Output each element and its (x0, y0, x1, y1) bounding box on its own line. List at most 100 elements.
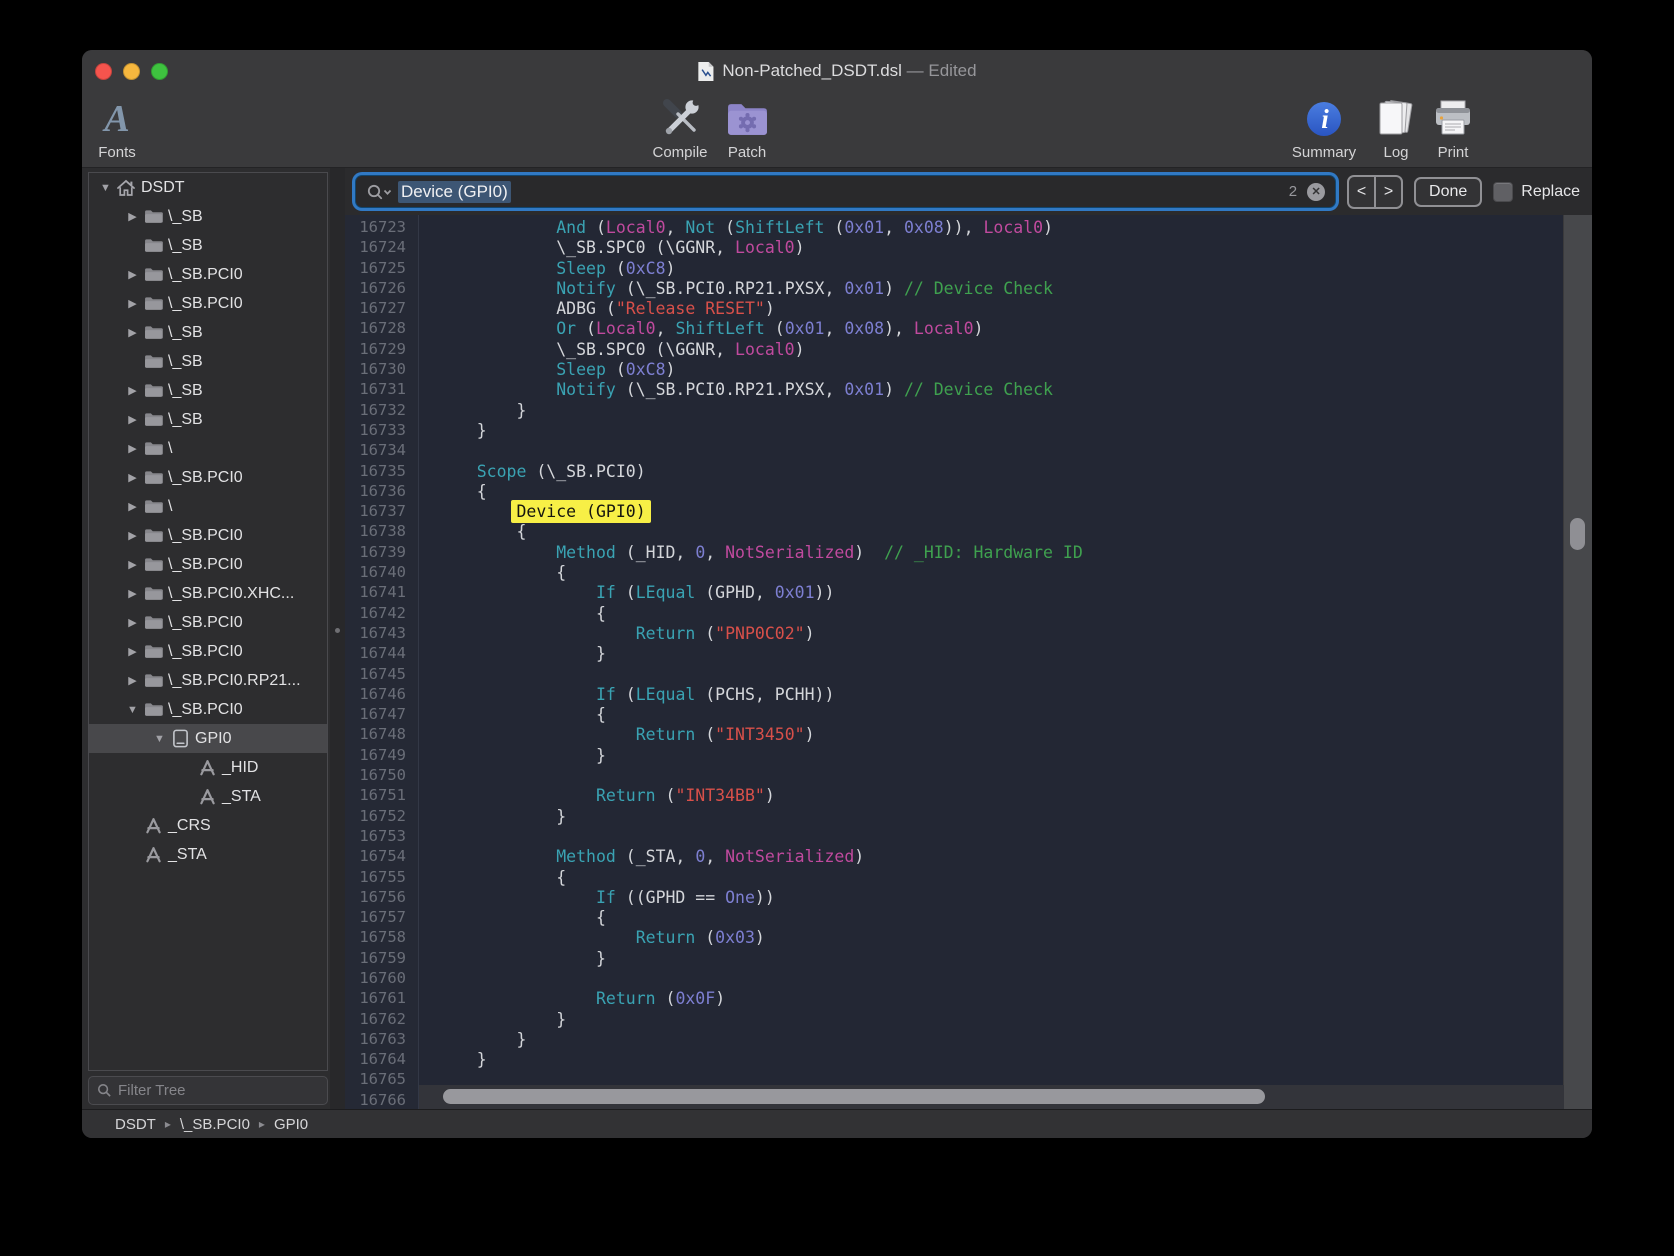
line-number: 16726 (345, 279, 418, 299)
line-number: 16757 (345, 908, 418, 928)
line-number: 16747 (345, 705, 418, 725)
filter-tree-input[interactable]: Filter Tree (88, 1076, 328, 1105)
disclosure-triangle[interactable]: ▶ (124, 558, 141, 571)
tree-item[interactable]: \_SB (89, 231, 327, 260)
disclosure-triangle[interactable]: ▶ (124, 442, 141, 455)
find-next-button[interactable]: > (1376, 177, 1401, 207)
tree-item[interactable]: ▶\ (89, 492, 327, 521)
tree-item[interactable]: _STA (89, 840, 327, 869)
tree-item[interactable]: ▶\_SB (89, 202, 327, 231)
horizontal-scrollbar-thumb[interactable] (443, 1089, 1265, 1104)
horizontal-scrollbar[interactable] (419, 1085, 1564, 1109)
line-number: 16736 (345, 482, 418, 502)
breadcrumb-item[interactable]: GPI0 (274, 1116, 308, 1133)
disclosure-triangle[interactable]: ▶ (124, 471, 141, 484)
tree-item[interactable]: ▶\_SB (89, 405, 327, 434)
tree-item[interactable]: ▼DSDT (89, 173, 327, 202)
disclosure-triangle[interactable]: ▼ (151, 733, 168, 745)
code-area[interactable]: And (Local0, Not (ShiftLeft (0x01, 0x08)… (419, 215, 1563, 1109)
tree-item[interactable]: ▶\_SB (89, 376, 327, 405)
tree-item[interactable]: ▶\_SB.PCI0 (89, 637, 327, 666)
disclosure-triangle[interactable]: ▶ (124, 413, 141, 426)
code-line: ADBG ("Release RESET") (437, 299, 1563, 319)
code-line: } (437, 401, 1563, 421)
code-line: And (Local0, Not (ShiftLeft (0x01, 0x08)… (437, 218, 1563, 238)
document-icon[interactable] (697, 61, 714, 82)
done-button[interactable]: Done (1414, 177, 1482, 207)
breadcrumb-item[interactable]: \_SB.PCI0 (180, 1116, 250, 1133)
disclosure-triangle[interactable]: ▶ (124, 616, 141, 629)
tree-item-label: \_SB.PCI0 (168, 266, 243, 284)
search-input[interactable]: Device (GPI0) 2 ✕ (355, 175, 1336, 208)
vertical-scrollbar-thumb[interactable] (1570, 518, 1585, 550)
toolbar-button-print[interactable]: Print (1427, 96, 1479, 160)
window-edited-state: — Edited (907, 61, 977, 80)
tree-item[interactable]: \_SB (89, 347, 327, 376)
tree-item-label: \_SB.PCI0.XHC... (168, 585, 294, 603)
tree-item-label: \_SB.PCI0 (168, 295, 243, 313)
tree-item[interactable]: _STA (89, 782, 327, 811)
tree-item-label: \_SB.PCI0.RP21... (168, 672, 301, 690)
folder-icon (143, 207, 163, 227)
minimize-button[interactable] (123, 63, 140, 80)
find-previous-button[interactable]: < (1349, 177, 1376, 207)
breadcrumb-item[interactable]: DSDT (115, 1116, 156, 1133)
disclosure-triangle[interactable]: ▶ (124, 500, 141, 513)
disclosure-triangle[interactable]: ▶ (124, 587, 141, 600)
titlebar[interactable]: Non-Patched_DSDT.dsl — Edited (82, 50, 1592, 92)
tree-item[interactable]: ▶ \_SB.PCI0.XHC... (89, 579, 327, 608)
line-number: 16748 (345, 725, 418, 745)
disclosure-triangle[interactable]: ▼ (124, 704, 141, 716)
summary-icon: i (1304, 96, 1344, 142)
folder-icon (143, 323, 163, 343)
tree-item[interactable]: ▶\_SB.PCI0 (89, 608, 327, 637)
folder-icon (143, 700, 163, 720)
line-number: 16754 (345, 847, 418, 867)
disclosure-triangle[interactable]: ▼ (97, 182, 114, 194)
code-line: Scope (\_SB.PCI0) (437, 462, 1563, 482)
disclosure-triangle[interactable]: ▶ (124, 326, 141, 339)
replace-checkbox[interactable] (1493, 182, 1513, 202)
tree-item-label: \_SB.PCI0 (168, 469, 243, 487)
disclosure-triangle[interactable]: ▶ (124, 384, 141, 397)
tree-item[interactable]: ▶ \_SB.PCI0.RP21... (89, 666, 327, 695)
clear-search-button[interactable]: ✕ (1307, 183, 1325, 201)
pane-splitter[interactable] (330, 168, 345, 1109)
toolbar-button-patch[interactable]: Patch (718, 96, 776, 160)
disclosure-triangle[interactable]: ▶ (124, 645, 141, 658)
toolbar-button-log[interactable]: Log (1370, 96, 1422, 160)
toolbar-button-fonts[interactable]: A Fonts (90, 96, 144, 160)
disclosure-triangle[interactable]: ▶ (124, 529, 141, 542)
toolbar: A Fonts Compile (82, 92, 1592, 167)
disclosure-triangle[interactable]: ▶ (124, 210, 141, 223)
disclosure-triangle[interactable]: ▶ (124, 268, 141, 281)
line-number: 16723 (345, 218, 418, 238)
tree-item-label: GPI0 (195, 730, 231, 748)
code-line: } (437, 949, 1563, 969)
disclosure-triangle[interactable]: ▶ (124, 674, 141, 687)
vertical-scrollbar[interactable] (1563, 215, 1592, 1109)
tree-item[interactable]: ▼\_SB.PCI0 (89, 695, 327, 724)
tree-item[interactable]: ▶\_SB (89, 318, 327, 347)
tree-item[interactable]: ▶ \_SB.PCI0 (89, 289, 327, 318)
line-number: 16752 (345, 807, 418, 827)
line-number: 16727 (345, 299, 418, 319)
tree-item-label: \_SB.PCI0 (168, 527, 243, 545)
toolbar-button-compile[interactable]: Compile (644, 96, 716, 160)
code-line: { (437, 908, 1563, 928)
tree-item[interactable]: ▶ \_SB.PCI0 (89, 463, 327, 492)
tree-item[interactable]: ▶ \_SB.PCI0 (89, 260, 327, 289)
tree-item[interactable]: _CRS (89, 811, 327, 840)
close-button[interactable] (95, 63, 112, 80)
tree-item[interactable]: _HID (89, 753, 327, 782)
search-scope-icon[interactable] (366, 183, 392, 201)
code-editor[interactable]: 1672316724167251672616727167281672916730… (345, 215, 1592, 1109)
tree-item[interactable]: ▶\_SB.PCI0 (89, 550, 327, 579)
toolbar-button-summary[interactable]: i Summary (1284, 96, 1364, 160)
disclosure-triangle[interactable]: ▶ (124, 297, 141, 310)
tree-item[interactable]: ▶\ (89, 434, 327, 463)
line-number: 16730 (345, 360, 418, 380)
tree-item[interactable]: ▼ GPI0 (89, 724, 327, 753)
tree-item[interactable]: ▶ \_SB.PCI0 (89, 521, 327, 550)
zoom-button[interactable] (151, 63, 168, 80)
